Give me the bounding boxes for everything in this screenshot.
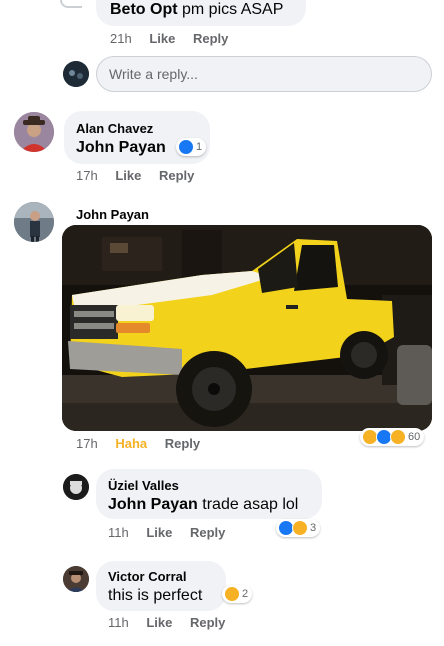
like-link[interactable]: Like <box>149 31 175 46</box>
comment-time[interactable]: 11h <box>108 525 129 540</box>
avatar[interactable] <box>14 202 54 242</box>
truck-image <box>62 225 432 431</box>
reaction-summary[interactable]: 3 <box>276 519 321 537</box>
avatar-image <box>63 566 89 592</box>
like-reaction-icon <box>178 139 194 155</box>
avatar-image <box>63 61 89 87</box>
avatar-image <box>63 474 89 500</box>
like-link[interactable]: Like <box>115 168 141 183</box>
like-link[interactable]: Like <box>146 615 172 630</box>
thread-line <box>60 0 82 8</box>
avatar[interactable] <box>63 566 89 592</box>
comment-text: this is perfect <box>108 587 203 604</box>
comment-meta: 21h Like Reply <box>110 31 242 46</box>
reaction-count: 60 <box>408 431 421 443</box>
comment-author[interactable]: Üziel Valles <box>108 478 179 493</box>
reply-placeholder: Write a reply... <box>109 66 198 82</box>
like-link[interactable]: Like <box>146 525 172 540</box>
haha-link[interactable]: Haha <box>115 436 147 451</box>
reply-link[interactable]: Reply <box>190 525 225 540</box>
comment-author[interactable]: Alan Chavez <box>76 121 153 136</box>
haha-reaction-icon <box>292 520 308 536</box>
reaction-count: 1 <box>196 141 203 153</box>
avatar[interactable] <box>14 112 54 152</box>
avatar-image <box>14 202 54 242</box>
comment-time[interactable]: 17h <box>76 168 98 183</box>
reply-link[interactable]: Reply <box>193 31 228 46</box>
wow-reaction-icon <box>390 429 406 445</box>
comment-tag[interactable]: John Payan <box>108 496 198 513</box>
comment-author[interactable]: John Payan <box>76 207 149 222</box>
comment-time[interactable]: 11h <box>108 615 129 630</box>
reply-link[interactable]: Reply <box>190 615 225 630</box>
reply-link[interactable]: Reply <box>165 436 200 451</box>
comment-meta: 11h Like Reply <box>108 615 239 630</box>
reply-link[interactable]: Reply <box>159 168 194 183</box>
comment-tag[interactable]: John Payan <box>76 139 166 157</box>
current-user-avatar <box>63 61 89 87</box>
reaction-summary[interactable]: 60 <box>360 428 425 446</box>
reaction-summary[interactable]: 1 <box>176 138 207 156</box>
comment-author[interactable]: Victor Corral <box>108 569 187 584</box>
avatar[interactable] <box>63 474 89 500</box>
reaction-summary[interactable]: 2 <box>222 585 253 603</box>
truck-photo[interactable] <box>62 225 432 431</box>
comment-text: trade asap lol <box>202 496 299 513</box>
haha-reaction-icon <box>224 586 240 602</box>
comment-time[interactable]: 21h <box>110 31 132 46</box>
comment-author[interactable]: Beto Opt <box>110 1 178 18</box>
avatar-image <box>14 112 54 152</box>
comment-meta: 17h Haha Reply <box>76 436 214 451</box>
reply-input[interactable]: Write a reply... <box>96 56 432 92</box>
reaction-count: 3 <box>310 522 317 534</box>
comment-meta: 11h Like Reply <box>108 525 239 540</box>
comment-meta: 17h Like Reply <box>76 168 208 183</box>
comment-time[interactable]: 17h <box>76 436 98 451</box>
reaction-count: 2 <box>242 588 249 600</box>
comment-text: pm pics ASAP <box>182 1 284 18</box>
